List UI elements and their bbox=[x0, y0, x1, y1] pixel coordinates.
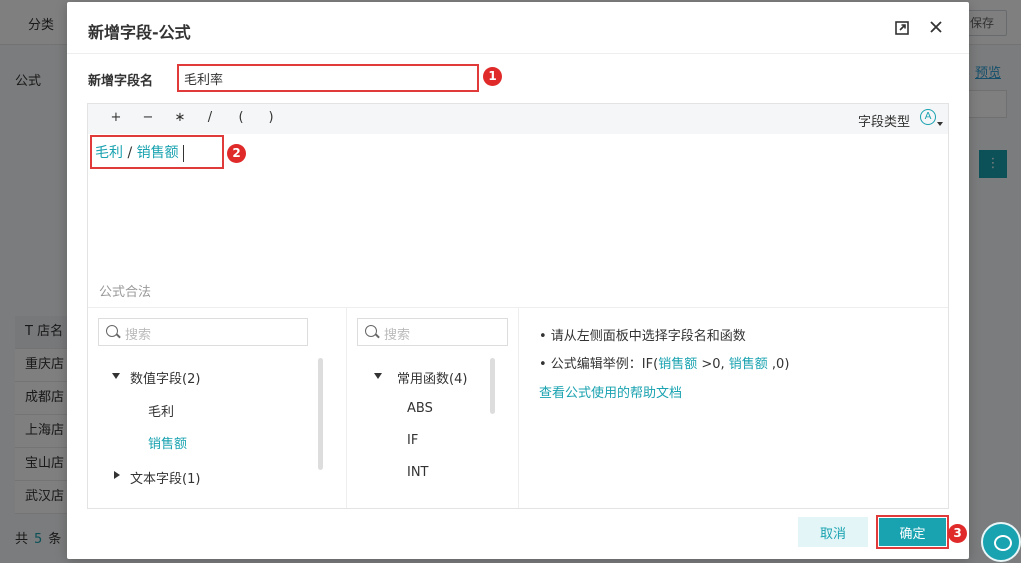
divider bbox=[518, 308, 519, 508]
step-badge-1: 1 bbox=[483, 67, 502, 86]
close-icon[interactable] bbox=[929, 20, 943, 34]
ok-button[interactable]: 确定 bbox=[879, 518, 946, 546]
help-example: • 公式编辑举例：IF(销售额 >0, 销售额 ,0) bbox=[539, 357, 790, 372]
formula-field-token: 毛利 bbox=[95, 145, 123, 161]
scrollbar[interactable] bbox=[490, 358, 495, 414]
caret-down-icon[interactable] bbox=[374, 373, 382, 379]
tree-group-text-fields[interactable]: 文本字段(1) bbox=[130, 468, 200, 487]
field-search-input[interactable]: 搜索 bbox=[98, 318, 308, 346]
tree-group-numeric-fields[interactable]: 数值字段(2) bbox=[130, 368, 200, 387]
minus-operator-button[interactable]: − bbox=[138, 110, 158, 125]
caret-down-icon[interactable] bbox=[112, 373, 120, 379]
help-doc-link[interactable]: 查看公式使用的帮助文档 bbox=[539, 382, 682, 401]
add-formula-field-dialog: 新增字段-公式 新增字段名 1 + − ∗ / ( ) 字段类型 A 毛利 / … bbox=[67, 2, 969, 559]
divider bbox=[346, 308, 347, 508]
step-badge-2: 2 bbox=[227, 144, 246, 163]
field-name-label: 新增字段名 bbox=[88, 74, 154, 89]
formula-operator: / bbox=[123, 145, 137, 161]
field-type-label: 字段类型 bbox=[857, 115, 910, 130]
tree-item-field[interactable]: 销售额 bbox=[148, 433, 187, 452]
field-name-input[interactable] bbox=[177, 64, 479, 92]
function-item[interactable]: ABS bbox=[407, 401, 433, 416]
function-item[interactable]: IF bbox=[407, 433, 418, 448]
function-item[interactable]: INT bbox=[407, 465, 429, 480]
field-type-icon[interactable]: A bbox=[920, 109, 936, 125]
scrollbar[interactable] bbox=[318, 358, 323, 470]
function-search-input[interactable]: 搜索 bbox=[357, 318, 508, 346]
cancel-button[interactable]: 取消 bbox=[798, 517, 868, 547]
help-instruction: • 请从左侧面板中选择字段名和函数 bbox=[539, 329, 746, 344]
divide-operator-button[interactable]: / bbox=[200, 110, 220, 125]
search-icon bbox=[106, 325, 118, 337]
text-cursor bbox=[182, 144, 184, 162]
close-paren-button[interactable]: ) bbox=[261, 110, 281, 125]
search-icon bbox=[365, 325, 377, 337]
multiply-operator-button[interactable]: ∗ bbox=[170, 110, 190, 125]
tree-item-field[interactable]: 毛利 bbox=[148, 401, 174, 420]
caret-right-icon[interactable] bbox=[114, 471, 120, 479]
open-paren-button[interactable]: ( bbox=[231, 110, 251, 125]
formula-field-token: 销售额 bbox=[136, 145, 179, 161]
expand-icon[interactable] bbox=[895, 21, 909, 35]
chevron-down-icon[interactable] bbox=[937, 122, 943, 126]
step-badge-3: 3 bbox=[948, 524, 967, 543]
operator-toolbar: + − ∗ / ( ) 字段类型 A bbox=[88, 104, 948, 134]
dialog-title: 新增字段-公式 bbox=[88, 23, 191, 42]
search-placeholder: 搜索 bbox=[125, 328, 152, 343]
plus-operator-button[interactable]: + bbox=[106, 110, 126, 125]
chat-support-button[interactable] bbox=[981, 522, 1021, 562]
formula-validity-status: 公式合法 bbox=[99, 285, 152, 300]
formula-input[interactable]: 毛利 / 销售额 bbox=[95, 142, 184, 162]
divider bbox=[67, 53, 969, 54]
search-placeholder: 搜索 bbox=[384, 328, 411, 343]
formula-editor: + − ∗ / ( ) 字段类型 A 毛利 / 销售额 2 公式合法 搜索 数值… bbox=[87, 103, 949, 509]
tree-group-functions[interactable]: 常用函数(4) bbox=[397, 368, 467, 387]
